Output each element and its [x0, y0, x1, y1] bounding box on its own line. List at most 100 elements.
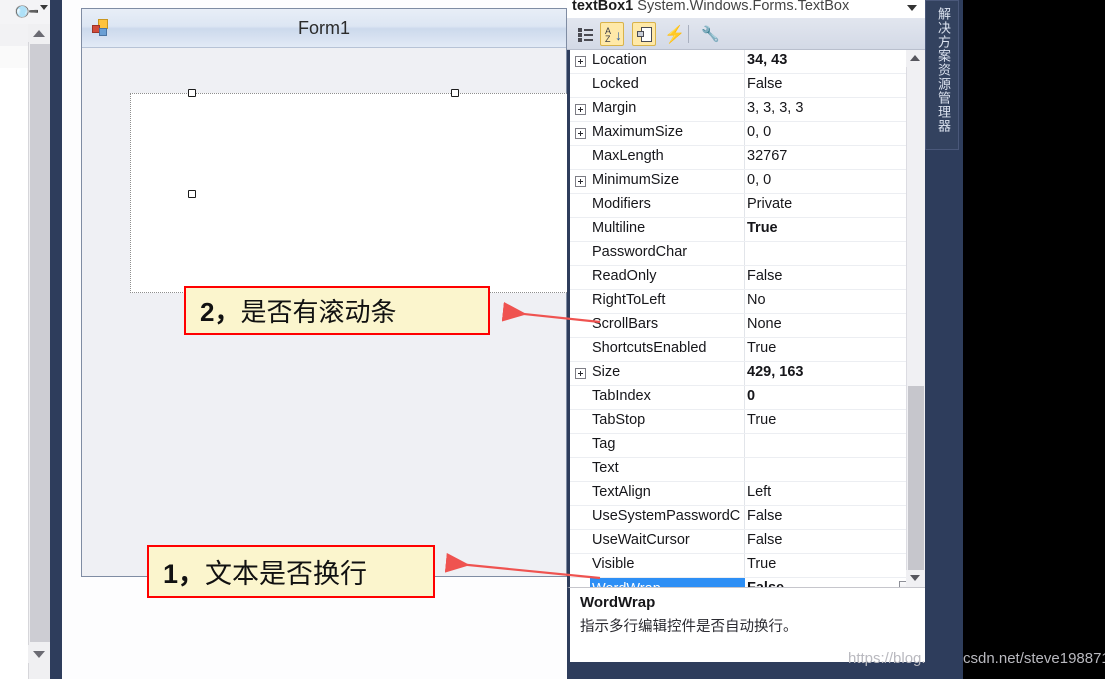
property-column-divider [744, 482, 745, 505]
property-name: Margin [592, 100, 637, 116]
expand-plus-icon[interactable] [575, 104, 586, 115]
property-row[interactable]: ScrollBars None [570, 314, 925, 338]
property-column-divider [744, 458, 745, 481]
property-column-divider [744, 146, 745, 169]
property-value[interactable]: No [747, 292, 897, 308]
property-value[interactable]: False [747, 532, 897, 548]
properties-button[interactable] [632, 22, 656, 46]
property-row[interactable]: Multiline True [570, 218, 925, 242]
chevron-down-icon[interactable] [907, 5, 917, 11]
property-row[interactable]: UseWaitCursor False [570, 530, 925, 554]
property-row[interactable]: UseSystemPasswordC False [570, 506, 925, 530]
property-value[interactable]: False [747, 76, 897, 92]
property-row[interactable]: Tag [570, 434, 925, 458]
resize-handle-top-left[interactable] [188, 89, 196, 97]
wrench-icon: 🔧 [701, 26, 720, 43]
property-column-divider [744, 170, 745, 193]
left-pane-scrollbar[interactable] [28, 24, 51, 679]
property-row[interactable]: PasswordChar [570, 242, 925, 266]
property-value[interactable]: True [747, 556, 897, 572]
resize-handle-middle-left[interactable] [188, 190, 196, 198]
property-column-divider [744, 194, 745, 217]
property-row[interactable]: ReadOnly False [570, 266, 925, 290]
left-pane-scroll-up-button[interactable] [28, 24, 50, 42]
property-grid-scrollbar[interactable] [906, 50, 925, 616]
property-value[interactable]: Left [747, 484, 897, 500]
property-value[interactable]: True [747, 220, 897, 236]
property-grid-scroll-up-button[interactable] [906, 50, 925, 67]
property-row[interactable]: TabIndex 0 [570, 386, 925, 410]
property-name: Text [592, 460, 619, 476]
property-name: Tag [592, 436, 616, 452]
property-grid[interactable]: Location 34, 43 Locked False Margin 3, 3, 3, … [567, 50, 925, 602]
property-column-divider [744, 242, 745, 265]
property-name: PasswordChar [592, 244, 688, 260]
property-grid-scroll-down-button[interactable] [906, 570, 925, 587]
properties-panel: textBox1 System.Windows.Forms.TextBox A … [567, 0, 925, 679]
property-row[interactable]: Margin 3, 3, 3, 3 [570, 98, 925, 122]
properties-object-label: textBox1 System.Windows.Forms.TextBox [572, 0, 849, 14]
property-value[interactable]: True [747, 340, 897, 356]
property-value[interactable]: 3, 3, 3, 3 [747, 100, 897, 116]
property-column-divider [744, 290, 745, 313]
property-column-divider [744, 386, 745, 409]
property-row[interactable]: Size 429, 163 [570, 362, 925, 386]
expand-plus-icon[interactable] [575, 128, 586, 139]
events-button[interactable]: ⚡ [659, 22, 685, 46]
expand-plus-icon[interactable] [575, 368, 586, 379]
property-value[interactable]: False [747, 508, 897, 524]
property-column-divider [744, 98, 745, 121]
chevron-down-icon[interactable] [40, 5, 48, 10]
property-row[interactable]: MaxLength 32767 [570, 146, 925, 170]
property-value[interactable]: 0, 0 [747, 172, 897, 188]
property-value[interactable]: 429, 163 [747, 364, 897, 380]
property-value[interactable]: Private [747, 196, 897, 212]
property-value[interactable]: 34, 43 [747, 52, 897, 68]
annotation-2-number: 2， [200, 297, 241, 327]
textbox-control[interactable] [130, 93, 585, 293]
property-row[interactable]: MinimumSize 0, 0 [570, 170, 925, 194]
property-name: ScrollBars [592, 316, 659, 332]
property-row[interactable]: Modifiers Private [570, 194, 925, 218]
property-value[interactable]: True [747, 412, 897, 428]
property-name: ReadOnly [592, 268, 657, 284]
annotation-1: 1， 文本是否换行 [147, 545, 435, 598]
property-row[interactable]: TabStop True [570, 410, 925, 434]
app-window: 🔍 Form1 textBox1 System.Windows.Forms.Te… [0, 0, 1105, 679]
property-row[interactable]: RightToLeft No [570, 290, 925, 314]
property-name: MinimumSize [592, 172, 680, 188]
property-column-divider [744, 554, 745, 577]
property-name: Location [592, 52, 647, 68]
property-row[interactable]: Location 34, 43 [570, 50, 925, 74]
resize-handle-top-center[interactable] [451, 89, 459, 97]
property-row[interactable]: TextAlign Left [570, 482, 925, 506]
property-name: Modifiers [592, 196, 651, 212]
property-value[interactable]: 0 [747, 388, 897, 404]
property-name: MaxLength [592, 148, 664, 164]
search-icon[interactable]: 🔍 [12, 0, 41, 27]
property-value[interactable]: None [747, 316, 897, 332]
property-value[interactable]: 32767 [747, 148, 897, 164]
left-pane-scroll-down-button[interactable] [28, 645, 50, 663]
categorized-button[interactable] [573, 22, 597, 46]
property-value[interactable]: 0, 0 [747, 124, 897, 140]
property-row[interactable]: ShortcutsEnabled True [570, 338, 925, 362]
categorized-icon [578, 28, 593, 42]
property-value[interactable]: False [747, 268, 897, 284]
expand-plus-icon[interactable] [575, 176, 586, 187]
left-pane-scrollbar-thumb[interactable] [30, 44, 50, 642]
property-description-text: 指示多行编辑控件是否自动换行。 [580, 619, 798, 635]
property-column-divider [744, 530, 745, 553]
property-row[interactable]: Locked False [570, 74, 925, 98]
expand-plus-icon[interactable] [575, 56, 586, 67]
right-dock-pane: 解决方案资源管理器 [925, 0, 963, 679]
solution-explorer-tab[interactable]: 解决方案资源管理器 [925, 0, 959, 150]
properties-object-selector[interactable]: textBox1 System.Windows.Forms.TextBox [567, 0, 925, 19]
property-row[interactable]: Visible True [570, 554, 925, 578]
property-pages-button[interactable]: 🔧 [696, 22, 720, 46]
alphabetical-button[interactable]: A Z ↓ [600, 22, 624, 46]
property-row[interactable]: Text [570, 458, 925, 482]
property-row[interactable]: MaximumSize 0, 0 [570, 122, 925, 146]
form-title-bar[interactable]: Form1 [82, 9, 566, 48]
property-column-divider [744, 338, 745, 361]
